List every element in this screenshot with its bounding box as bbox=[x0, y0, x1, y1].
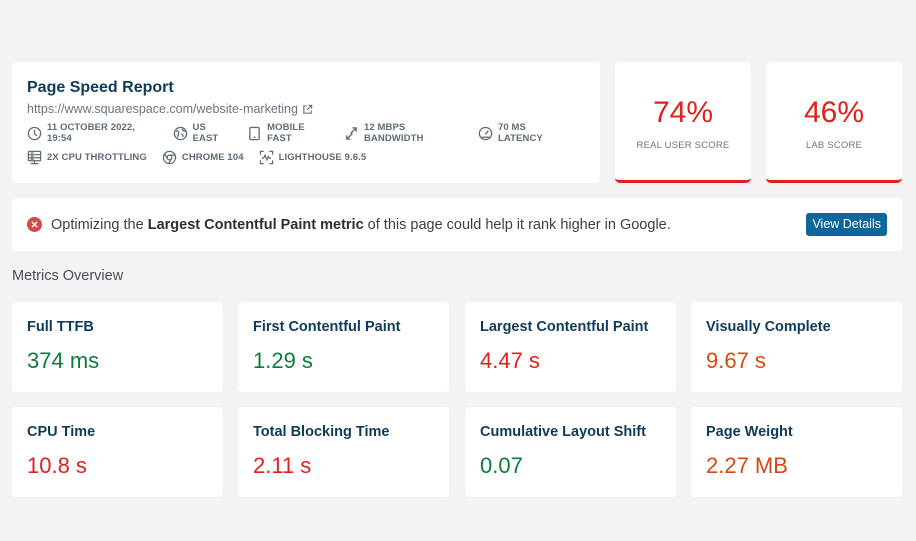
metric-value: 2.27 MB bbox=[706, 453, 788, 478]
real-user-score-card[interactable]: 74% REAL USER SCORE bbox=[615, 62, 751, 183]
metric-label: Total Blocking Time bbox=[253, 424, 390, 440]
metric-value: 374 ms bbox=[27, 348, 100, 373]
metric-label: Cumulative Layout Shift bbox=[480, 424, 646, 440]
recommendation-alert: Optimizing the Largest Contentful Paint … bbox=[12, 198, 902, 251]
real-user-score-label: REAL USER SCORE bbox=[636, 140, 730, 151]
metric-label: Page Weight bbox=[706, 424, 793, 440]
alert-message: Optimizing the Largest Contentful Paint … bbox=[51, 217, 671, 233]
metric-value: 10.8 s bbox=[27, 453, 87, 478]
view-details-button[interactable]: View Details bbox=[806, 213, 887, 236]
metrics-overview-title: Metrics Overview bbox=[12, 268, 124, 284]
lighthouse-icon bbox=[259, 150, 273, 164]
meta-location: US EAST bbox=[173, 122, 233, 144]
alert-text-after: of this page could help it rank higher i… bbox=[363, 216, 671, 233]
report-title: Page Speed Report bbox=[27, 79, 174, 96]
metric-label: First Contentful Paint bbox=[253, 319, 401, 335]
meta-row-2: 2X CPU THROTTLING CHROME 104 LIGHTHOUSE … bbox=[27, 149, 585, 165]
lab-score-label: LAB SCORE bbox=[805, 140, 863, 151]
metric-card-cpu-time[interactable]: CPU Time 10.8 s bbox=[12, 407, 223, 497]
external-link-icon[interactable] bbox=[302, 104, 313, 115]
meta-bandwidth-label: 12 MBPS BANDWIDTH bbox=[363, 122, 424, 144]
metric-value: 4.47 s bbox=[480, 348, 540, 373]
alert-text-before: Optimizing the bbox=[51, 216, 148, 233]
cpu-server-icon bbox=[27, 150, 42, 164]
metric-card-cumulative-layout-shift[interactable]: Cumulative Layout Shift 0.07 bbox=[465, 407, 676, 497]
lab-score-card[interactable]: 46% LAB SCORE bbox=[766, 62, 902, 183]
metric-card-full-ttfb[interactable]: Full TTFB 374 ms bbox=[12, 302, 223, 392]
meta-latency: 70 MS LATENCY bbox=[478, 122, 570, 144]
meta-browser-label: CHROME 104 bbox=[181, 151, 244, 163]
meta-cpu-label: 2X CPU THROTTLING bbox=[47, 151, 147, 163]
metric-value: 9.67 s bbox=[706, 348, 766, 373]
meta-location-label: US EAST bbox=[192, 122, 219, 144]
chrome-icon bbox=[162, 150, 177, 164]
report-url[interactable]: https://www.squarespace.com/website-mark… bbox=[27, 101, 298, 117]
bandwidth-icon bbox=[346, 126, 357, 140]
meta-lighthouse-label: LIGHTHOUSE 9.6.5 bbox=[278, 151, 367, 163]
meta-bandwidth: 12 MBPS BANDWIDTH bbox=[344, 122, 463, 144]
metric-card-first-contentful-paint[interactable]: First Contentful Paint 1.29 s bbox=[238, 302, 449, 392]
meta-browser: CHROME 104 bbox=[162, 150, 244, 165]
mobile-icon bbox=[249, 126, 260, 140]
globe-icon bbox=[173, 126, 187, 140]
metric-label: Largest Contentful Paint bbox=[480, 319, 649, 335]
meta-row-1: 11 OCTOBER 2022, 19:54 US EAST MOBILE FA… bbox=[27, 122, 585, 144]
meta-latency-label: 70 MS LATENCY bbox=[497, 122, 543, 144]
metric-label: Visually Complete bbox=[706, 319, 831, 335]
metric-value: 0.07 bbox=[480, 453, 523, 478]
error-circle-icon bbox=[27, 217, 42, 232]
alert-text-highlight: Largest Contentful Paint metric bbox=[147, 216, 364, 233]
report-card: Page Speed Report https://www.squarespac… bbox=[12, 62, 600, 183]
metric-card-page-weight[interactable]: Page Weight 2.27 MB bbox=[691, 407, 902, 497]
metric-value: 2.11 s bbox=[253, 453, 312, 478]
report-url-link[interactable]: https://www.squarespace.com/website-mark… bbox=[27, 101, 585, 117]
metric-card-largest-contentful-paint[interactable]: Largest Contentful Paint 4.47 s bbox=[465, 302, 676, 392]
lab-score-value: 46% bbox=[803, 96, 865, 129]
metric-card-visually-complete[interactable]: Visually Complete 9.67 s bbox=[691, 302, 902, 392]
latency-gauge-icon bbox=[478, 126, 493, 140]
meta-device-label: MOBILE FAST bbox=[267, 122, 305, 144]
meta-date: 11 OCTOBER 2022, 19:54 bbox=[27, 122, 158, 144]
real-user-score-value: 74% bbox=[652, 96, 714, 129]
meta-lighthouse: LIGHTHOUSE 9.6.5 bbox=[259, 150, 367, 165]
meta-cpu: 2X CPU THROTTLING bbox=[27, 150, 147, 165]
metric-value: 1.29 s bbox=[253, 348, 313, 373]
meta-device: MOBILE FAST bbox=[247, 122, 329, 144]
clock-icon bbox=[27, 126, 42, 140]
metric-label: Full TTFB bbox=[27, 319, 94, 335]
metric-label: CPU Time bbox=[27, 424, 96, 440]
metric-card-total-blocking-time[interactable]: Total Blocking Time 2.11 s bbox=[238, 407, 449, 497]
meta-date-label: 11 OCTOBER 2022, 19:54 bbox=[47, 122, 136, 144]
